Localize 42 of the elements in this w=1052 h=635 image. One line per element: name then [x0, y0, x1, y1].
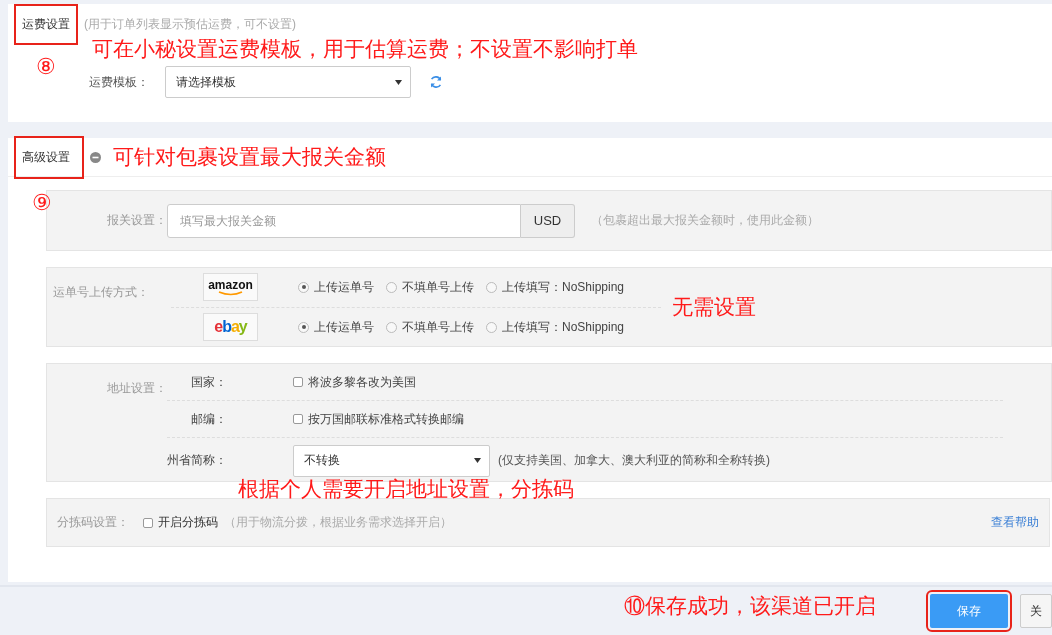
template-select[interactable]: 请选择模板 — [165, 66, 411, 98]
annotation-text: 可针对包裹设置最大报关金额 — [113, 144, 386, 170]
amazon-logo: amazon — [203, 273, 258, 301]
sorting-label: 分拣码设置： — [57, 514, 129, 531]
checkbox-option[interactable]: 将波多黎各改为美国 — [293, 373, 416, 391]
radio-option[interactable]: 上传填写：NoShipping — [486, 318, 625, 336]
annotation-number: ⑨ — [32, 190, 52, 217]
radio-option[interactable]: 上传运单号 — [298, 278, 374, 296]
checkbox-option[interactable]: 开启分拣码 — [143, 514, 218, 531]
annotation-text: 可在小秘设置运费模板，用于估算运费；不设置不影响打单 — [92, 36, 638, 62]
collapse-icon[interactable] — [90, 151, 101, 163]
field-label: 州省简称： — [167, 452, 227, 469]
annotation-text: ⑩保存成功，该渠道已开启 — [624, 593, 876, 619]
state-select[interactable]: 不转换 — [293, 444, 490, 477]
customs-label: 报关设置： — [106, 212, 167, 229]
field-label: 邮编： — [190, 410, 227, 428]
customs-amount-field[interactable]: 填写最大报关金额 — [167, 203, 521, 238]
checkbox-option[interactable]: 按万国邮联标准格式转换邮编 — [293, 410, 464, 428]
close-button[interactable]: 关 — [1020, 594, 1052, 628]
radio-option[interactable]: 上传运单号 — [298, 318, 374, 336]
annotation-number: ⑧ — [36, 54, 56, 81]
annotation-text: 根据个人需要开启地址设置，分拣码 — [238, 476, 574, 502]
state-note: (仅支持美国、加拿大、澳大利亚的简称和全称转换) — [498, 452, 770, 469]
section-title: 运费设置 — [16, 5, 76, 43]
currency-addon: USD — [521, 203, 575, 238]
field-label: 国家： — [190, 373, 227, 391]
radio-option[interactable]: 不填单号上传 — [386, 318, 474, 336]
section-note: (用于订单列表显示预估运费，可不设置) — [84, 15, 296, 33]
radio-option[interactable]: 不填单号上传 — [386, 278, 474, 296]
caret-icon — [395, 79, 402, 85]
section-title: 高级设置 — [16, 137, 82, 177]
caret-icon — [474, 458, 481, 463]
customs-note: （包裹超出最大报关金额时，使用此金额） — [591, 212, 819, 229]
upload-label: 运单号上传方式： — [52, 283, 150, 301]
radio-option[interactable]: 上传填写：NoShipping — [486, 278, 625, 296]
address-label: 地址设置： — [106, 380, 167, 397]
template-label: 运费模板： — [89, 73, 150, 91]
refresh-icon[interactable] — [429, 75, 443, 89]
annotation-text: 无需设置 — [672, 294, 756, 320]
sorting-note: （用于物流分拨，根据业务需求选择开启） — [224, 514, 452, 531]
help-link[interactable]: 查看帮助 — [991, 514, 1039, 531]
ebay-logo: ebay — [203, 313, 258, 341]
